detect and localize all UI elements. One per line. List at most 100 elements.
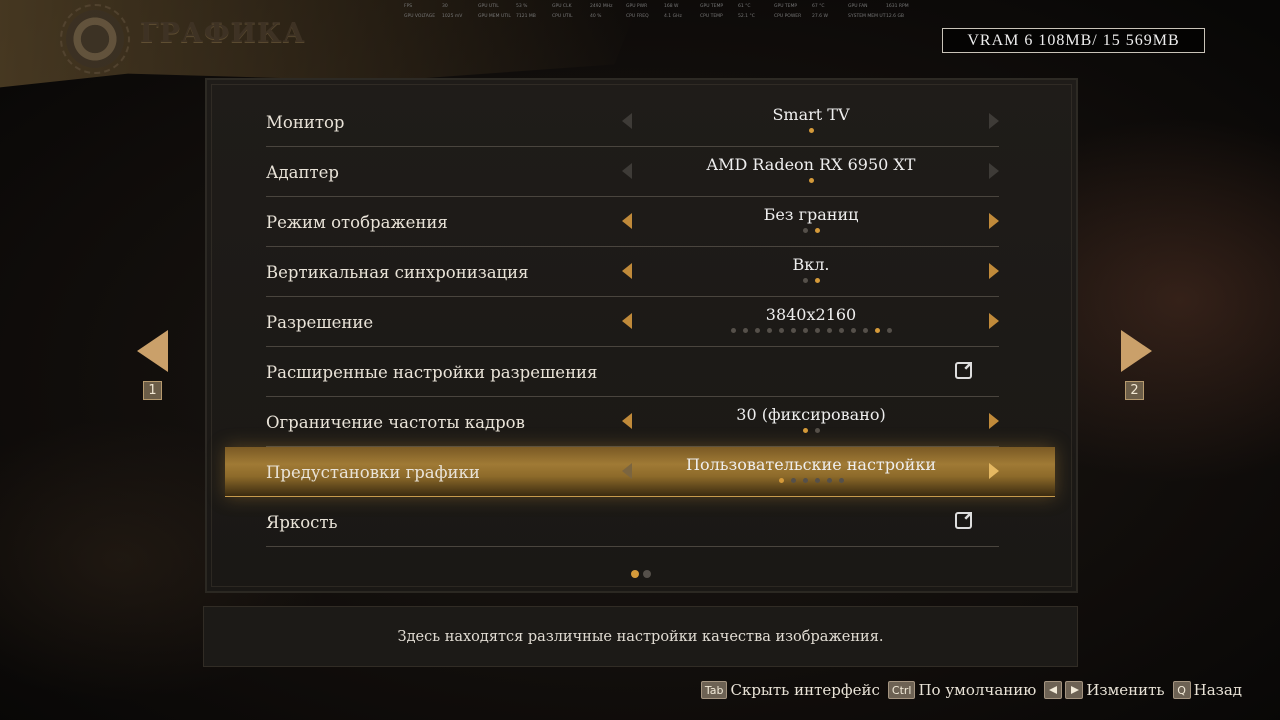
arrow-left-icon[interactable] (622, 413, 632, 429)
key-badge: Tab (700, 681, 728, 699)
perf-cell: 168 W (664, 4, 679, 9)
setting-value: AMD Radeon RX 6950 XT (706, 155, 916, 174)
setting-value: Вкл. (792, 255, 830, 274)
arrow-right-icon[interactable] (989, 413, 999, 429)
arrow-left-icon[interactable] (622, 313, 632, 329)
key-badge: Q (1172, 681, 1191, 699)
perf-cell: GPU CLK (552, 4, 572, 9)
setting-row[interactable]: Предустановки графики Пользовательские на… (225, 447, 1055, 497)
perf-cell: 1025 mV (442, 14, 463, 19)
option-dots (636, 128, 986, 133)
arrow-right-icon[interactable] (989, 113, 999, 129)
setting-row[interactable]: Ограничение частоты кадров 30 (фиксирован… (266, 397, 999, 447)
setting-label: Разрешение (266, 313, 374, 332)
option-dots (636, 428, 986, 433)
option-dot (850, 328, 856, 333)
option-dot (778, 328, 784, 333)
prev-page-arrow[interactable] (137, 330, 168, 372)
perf-cell: 27.6 W (812, 14, 828, 19)
setting-value: Без границ (763, 205, 859, 224)
setting-row[interactable]: Расширенные настройки разрешения (266, 347, 999, 397)
setting-label: Ограничение частоты кадров (266, 413, 525, 432)
page-dot[interactable] (643, 570, 651, 578)
option-dot (802, 328, 808, 333)
vram-indicator: VRAM 6 108MB/ 15 569MB (942, 28, 1205, 53)
arrow-right-icon[interactable] (989, 163, 999, 179)
option-dots (636, 478, 986, 483)
option-dot (814, 478, 820, 483)
perf-cell: GPU MEM UTIL (478, 14, 511, 19)
setting-label: Яркость (266, 513, 338, 532)
perf-cell: CPU POWER (774, 14, 802, 19)
hint-item[interactable]: Q Назад (1172, 681, 1242, 699)
gear-icon (66, 10, 124, 68)
setting-value: Smart TV (772, 105, 850, 124)
hint-label: Изменить (1086, 681, 1165, 699)
arrow-right-icon[interactable] (989, 263, 999, 279)
next-page-arrow[interactable] (1121, 330, 1152, 372)
setting-label: Режим отображения (266, 213, 448, 232)
perf-cell: GPU TEMP (774, 4, 798, 9)
performance-overlay: FPS 30 GPU UTIL 53 % GPU CLK 2492 MHz GPU PWR 1… (404, 2, 924, 22)
option-dots (636, 228, 986, 233)
setting-value: Пользовательские настройки (686, 455, 936, 474)
setting-row[interactable]: Монитор Smart TV (266, 97, 999, 147)
description-box: Здесь находятся различные настройки каче… (203, 606, 1078, 667)
perf-cell: 40 % (590, 14, 602, 19)
perf-cell: 67 °C (812, 4, 825, 9)
option-dot (808, 128, 814, 133)
option-dot (886, 328, 892, 333)
arrow-right-icon[interactable] (989, 313, 999, 329)
setting-row[interactable]: Яркость (266, 497, 999, 547)
arrow-left-icon[interactable] (622, 163, 632, 179)
hint-item[interactable]: Ctrl По умолчанию (887, 681, 1036, 699)
setting-label: Расширенные настройки разрешения (266, 363, 598, 382)
setting-row[interactable]: Режим отображения Без границ (266, 197, 999, 247)
key-badge: Ctrl (887, 681, 916, 699)
option-dot (826, 478, 832, 483)
option-dot (766, 328, 772, 333)
perf-cell: FPS (404, 4, 413, 9)
arrow-left-icon[interactable] (622, 463, 632, 479)
option-dot (814, 228, 820, 233)
page-dot[interactable] (631, 570, 639, 578)
arrow-left-icon[interactable] (622, 213, 632, 229)
perf-cell: GPU TEMP (700, 4, 724, 9)
external-link-icon[interactable] (955, 512, 972, 529)
setting-value: 3840x2160 (765, 305, 857, 324)
option-dot (814, 428, 820, 433)
hint-label: Назад (1193, 681, 1242, 699)
arrow-left-key-icon (1044, 681, 1063, 699)
option-dot (826, 328, 832, 333)
setting-value: 30 (фиксировано) (736, 405, 886, 424)
option-dot (742, 328, 748, 333)
description-text: Здесь находятся различные настройки каче… (397, 628, 884, 645)
setting-row[interactable]: Вертикальная синхронизация Вкл. (266, 247, 999, 297)
page-title: ГРАФИКА (140, 18, 306, 49)
hint-item[interactable]: Tab Скрыть интерфейс (700, 681, 880, 699)
perf-cell: 52.1 °C (738, 14, 755, 19)
arrow-right-icon[interactable] (989, 463, 999, 479)
hint-item[interactable]: Изменить (1044, 681, 1165, 699)
perf-cell: GPU UTIL (478, 4, 499, 9)
option-dots (636, 328, 986, 333)
option-dot (862, 328, 868, 333)
setting-row[interactable]: Разрешение 3840x2160 (266, 297, 999, 347)
setting-label: Предустановки графики (266, 463, 480, 482)
perf-cell: 2492 MHz (590, 4, 613, 9)
setting-label: Монитор (266, 113, 345, 132)
option-dot (808, 178, 814, 183)
page-indicator (631, 570, 651, 578)
setting-row[interactable]: Адаптер AMD Radeon RX 6950 XT (266, 147, 999, 197)
option-dot (814, 328, 820, 333)
next-page-number: 2 (1125, 381, 1144, 400)
external-link-icon[interactable] (955, 362, 972, 379)
prev-page-number: 1 (143, 381, 162, 400)
arrow-left-icon[interactable] (622, 113, 632, 129)
option-dot (730, 328, 736, 333)
perf-cell: 1631 RPM (886, 4, 909, 9)
option-dot (802, 478, 808, 483)
perf-cell: CPU TEMP (700, 14, 723, 19)
arrow-right-icon[interactable] (989, 213, 999, 229)
arrow-left-icon[interactable] (622, 263, 632, 279)
